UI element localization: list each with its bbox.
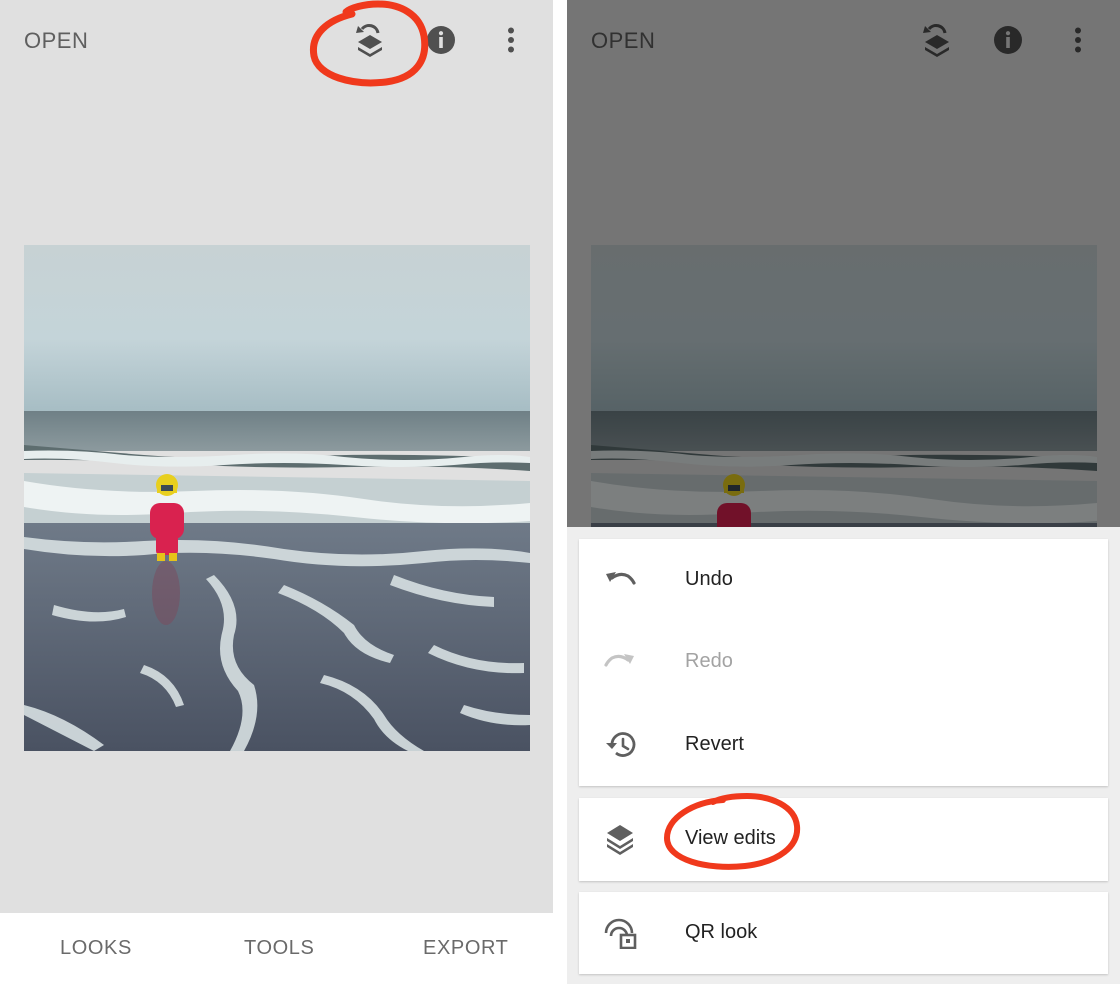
undo-icon — [603, 564, 637, 596]
menu-item-label: Revert — [685, 733, 744, 755]
info-icon — [426, 25, 456, 60]
history-bottom-sheet: Undo Redo Revert View edits QR look — [567, 527, 1120, 984]
menu-item-view-edits[interactable]: View edits — [579, 798, 1108, 881]
top-bar: OPEN — [0, 0, 553, 84]
edit-history-card: Undo Redo Revert — [579, 539, 1108, 786]
redo-icon — [603, 646, 637, 678]
history-menu-screen: OPEN Undo Redo Revert View edits QR look — [567, 0, 1120, 984]
history-button[interactable] — [350, 22, 390, 62]
tab-tools[interactable]: TOOLS — [244, 937, 314, 960]
info-button[interactable] — [421, 22, 461, 62]
open-button[interactable]: OPEN — [24, 28, 88, 54]
bottom-nav: LOOKS TOOLS EXPORT — [0, 913, 553, 984]
tab-looks[interactable]: LOOKS — [60, 937, 132, 960]
view-edits-card: View edits — [579, 798, 1108, 881]
menu-item-redo[interactable]: Redo — [579, 621, 1108, 703]
layers-icon — [603, 823, 637, 855]
photo-preview[interactable] — [24, 245, 530, 751]
qr-look-icon — [603, 917, 637, 949]
menu-item-label: QR look — [685, 921, 758, 943]
more-vert-icon — [507, 27, 515, 58]
editor-screen: OPEN LOOKS TOOLS EXPORT — [0, 0, 553, 984]
qr-look-card: QR look — [579, 892, 1108, 974]
layers-undo-icon — [355, 23, 385, 62]
menu-item-label: Redo — [685, 650, 733, 672]
history-icon — [603, 729, 637, 761]
menu-item-revert[interactable]: Revert — [579, 704, 1108, 786]
menu-item-label: Undo — [685, 568, 733, 590]
scrim[interactable] — [567, 0, 1120, 527]
menu-item-label: View edits — [685, 827, 776, 849]
more-button[interactable] — [491, 22, 531, 62]
tab-export[interactable]: EXPORT — [423, 937, 508, 960]
menu-item-undo[interactable]: Undo — [579, 539, 1108, 621]
menu-item-qr-look[interactable]: QR look — [579, 892, 1108, 974]
